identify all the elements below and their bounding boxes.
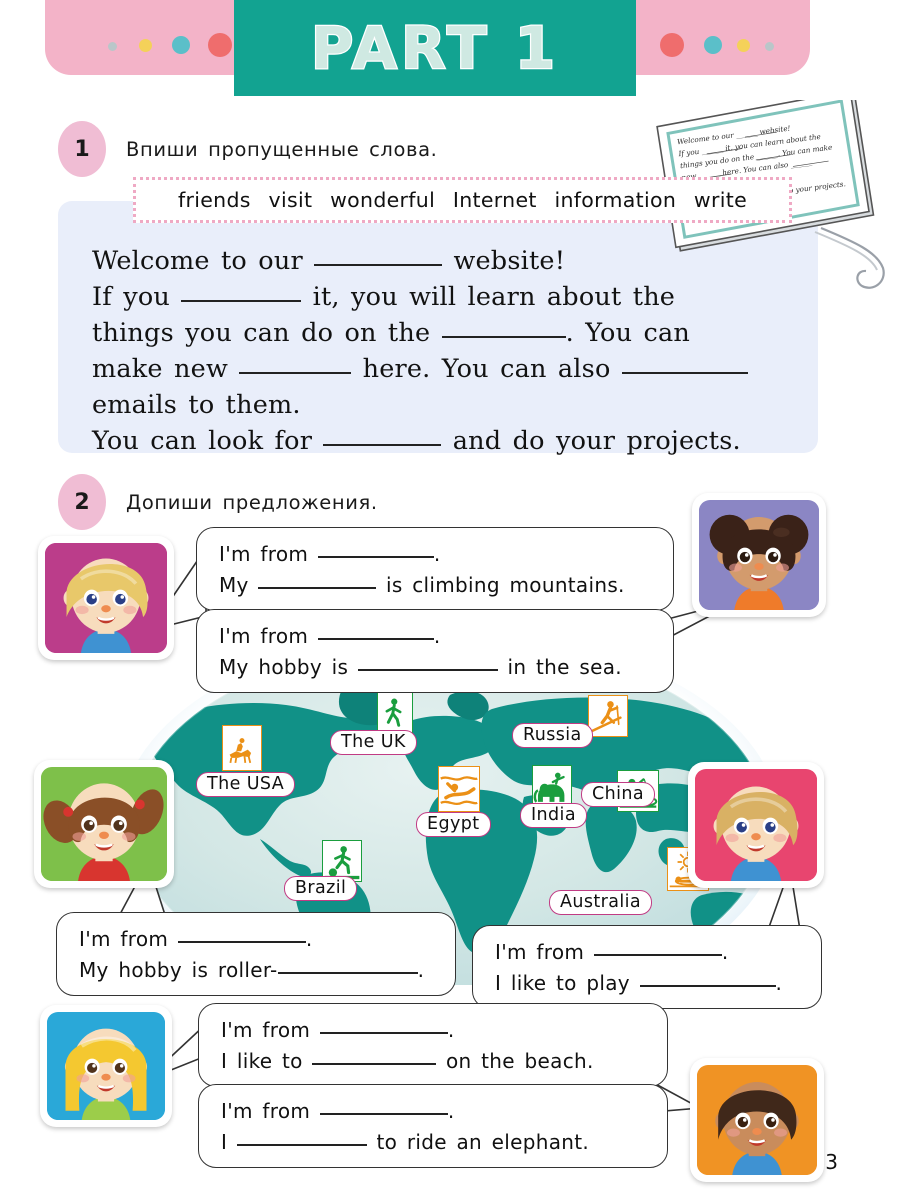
fill-in-blank[interactable]	[312, 1063, 437, 1065]
part-badge: PART 1	[226, 0, 644, 105]
fill-in-blank[interactable]	[319, 1032, 448, 1034]
bubble-top-right[interactable]: I'm from . My hobby is in the sea.	[196, 609, 674, 693]
fill-in-blank[interactable]	[319, 1113, 448, 1115]
fill-in-blank[interactable]	[639, 985, 776, 987]
avatar-blond-girl-frame	[47, 1012, 165, 1120]
avatar-blond-girl-face	[47, 1013, 165, 1120]
horse-riding-icon-glyph	[229, 738, 252, 764]
country-label-india[interactable]: India	[520, 803, 587, 828]
passage-line: If you it, you will learn about the	[92, 282, 676, 312]
fill-in-blank[interactable]	[239, 372, 352, 374]
passage-line: things you can do on the . You can	[92, 318, 691, 348]
country-label-the-uk[interactable]: The UK	[330, 730, 417, 755]
elephant-ride-icon-glyph	[533, 772, 565, 803]
country-label-egypt[interactable]: Egypt	[416, 812, 491, 837]
dot-grey	[108, 42, 117, 51]
country-label-russia[interactable]: Russia	[512, 723, 593, 748]
fill-in-blank[interactable]	[441, 336, 566, 338]
fill-in-blank[interactable]	[177, 941, 306, 943]
avatar-blond-boy-face	[45, 543, 167, 653]
bubble-line: My hobby is in the sea.	[219, 655, 622, 679]
bubble-top-left[interactable]: I'm from . My is climbing mountains.	[196, 527, 674, 611]
fill-in-blank[interactable]	[317, 638, 434, 640]
passage-line: make new here. You can also	[92, 351, 822, 387]
dot-red	[660, 33, 684, 57]
passage-line: emails to them.	[92, 390, 301, 420]
bubble-line: My hobby is roller-.	[79, 958, 425, 982]
dot-yellow	[139, 39, 152, 52]
country-label-australia[interactable]: Australia	[549, 890, 653, 915]
dot-teal	[172, 36, 190, 54]
bubble-mid-left[interactable]: I'm from . My hobby is roller-.	[56, 912, 456, 996]
header-banner: PART 1	[0, 0, 900, 105]
country-label-brazil[interactable]: Brazil	[284, 876, 358, 901]
avatar-dark-hair-boy	[690, 1058, 824, 1182]
fill-in-blank[interactable]	[236, 1144, 367, 1146]
badge-scallop-left	[226, 0, 242, 96]
avatar-pigtails-girl	[34, 760, 174, 888]
bubble-line: I'm from .	[221, 1099, 455, 1123]
swimming-icon-glyph	[440, 776, 478, 806]
bubble-line: I'm from .	[219, 624, 441, 648]
avatar-blond-boy-2-frame	[695, 769, 817, 881]
swimming-icon	[438, 766, 480, 812]
horse-riding-icon	[222, 725, 262, 771]
avatar-afro-girl-frame	[699, 500, 819, 610]
skiing-icon-glyph	[591, 701, 622, 733]
exercise-2-instruction: Допиши предложения.	[126, 491, 378, 514]
dot-grey	[765, 42, 774, 51]
skiing-icon	[588, 695, 628, 737]
exercise-1-number: 1	[58, 121, 106, 177]
fill-in-blank[interactable]	[277, 972, 418, 974]
bubble-mid-right[interactable]: I'm from . I like to play .	[472, 925, 822, 1009]
avatar-pigtails-girl-face	[41, 767, 167, 881]
exercise-1-word-bank: friends visit wonderful Internet informa…	[133, 177, 792, 223]
country-label-china[interactable]: China	[581, 782, 655, 807]
avatar-afro-girl	[692, 493, 826, 617]
bubble-line: I'm from .	[221, 1018, 455, 1042]
page-number: 3	[825, 1150, 838, 1174]
walking-icon-glyph	[385, 698, 402, 727]
bubble-line: I to ride an elephant.	[221, 1130, 590, 1154]
bubble-bottom-left[interactable]: I'm from . I like to on the beach.	[198, 1003, 668, 1087]
dot-yellow	[737, 39, 750, 52]
avatar-blond-girl	[40, 1005, 172, 1127]
dot-teal	[704, 36, 722, 54]
fill-in-blank[interactable]	[621, 372, 748, 374]
avatar-pigtails-girl-frame	[41, 767, 167, 881]
exercise-1-passage[interactable]: Welcome to our website! If you it, you wi…	[92, 243, 822, 459]
avatar-dark-hair-boy-face	[697, 1066, 817, 1175]
exercise-2-number: 2	[58, 474, 106, 530]
part-title: PART 1	[310, 13, 560, 84]
avatar-blond-boy	[38, 536, 174, 660]
avatar-afro-girl-face	[699, 501, 819, 610]
fill-in-blank[interactable]	[317, 556, 434, 558]
fill-in-blank[interactable]	[181, 300, 302, 302]
bubble-line: I'm from .	[79, 927, 313, 951]
walking-icon	[377, 690, 413, 734]
fill-in-blank[interactable]	[258, 587, 377, 589]
avatar-dark-hair-boy-frame	[697, 1065, 817, 1175]
fill-in-blank[interactable]	[593, 954, 722, 956]
bubble-line: I'm from .	[219, 542, 441, 566]
exercise-1-instruction: Впиши пропущенные слова.	[126, 138, 438, 161]
bubble-line: I like to play .	[495, 971, 783, 995]
bubble-line: I'm from .	[495, 940, 729, 964]
passage-line: You can look for and do your projects.	[92, 426, 741, 456]
avatar-blond-boy-2-face	[695, 770, 817, 881]
passage-line: Welcome to our website!	[92, 246, 566, 276]
fill-in-blank[interactable]	[314, 264, 443, 266]
avatar-blond-boy-2	[688, 762, 824, 888]
word-bank-words: friends visit wonderful Internet informa…	[178, 188, 747, 212]
football-icon-glyph	[324, 846, 360, 880]
avatar-blond-boy-frame	[45, 543, 167, 653]
country-label-the-usa[interactable]: The USA	[196, 772, 296, 797]
bubble-line: I like to on the beach.	[221, 1049, 594, 1073]
fill-in-blank[interactable]	[323, 444, 442, 446]
bubble-bottom-right[interactable]: I'm from . I to ride an elephant.	[198, 1084, 668, 1168]
bubble-line: My is climbing mountains.	[219, 573, 625, 597]
badge-scallop-right	[628, 0, 644, 96]
fill-in-blank[interactable]	[357, 669, 498, 671]
